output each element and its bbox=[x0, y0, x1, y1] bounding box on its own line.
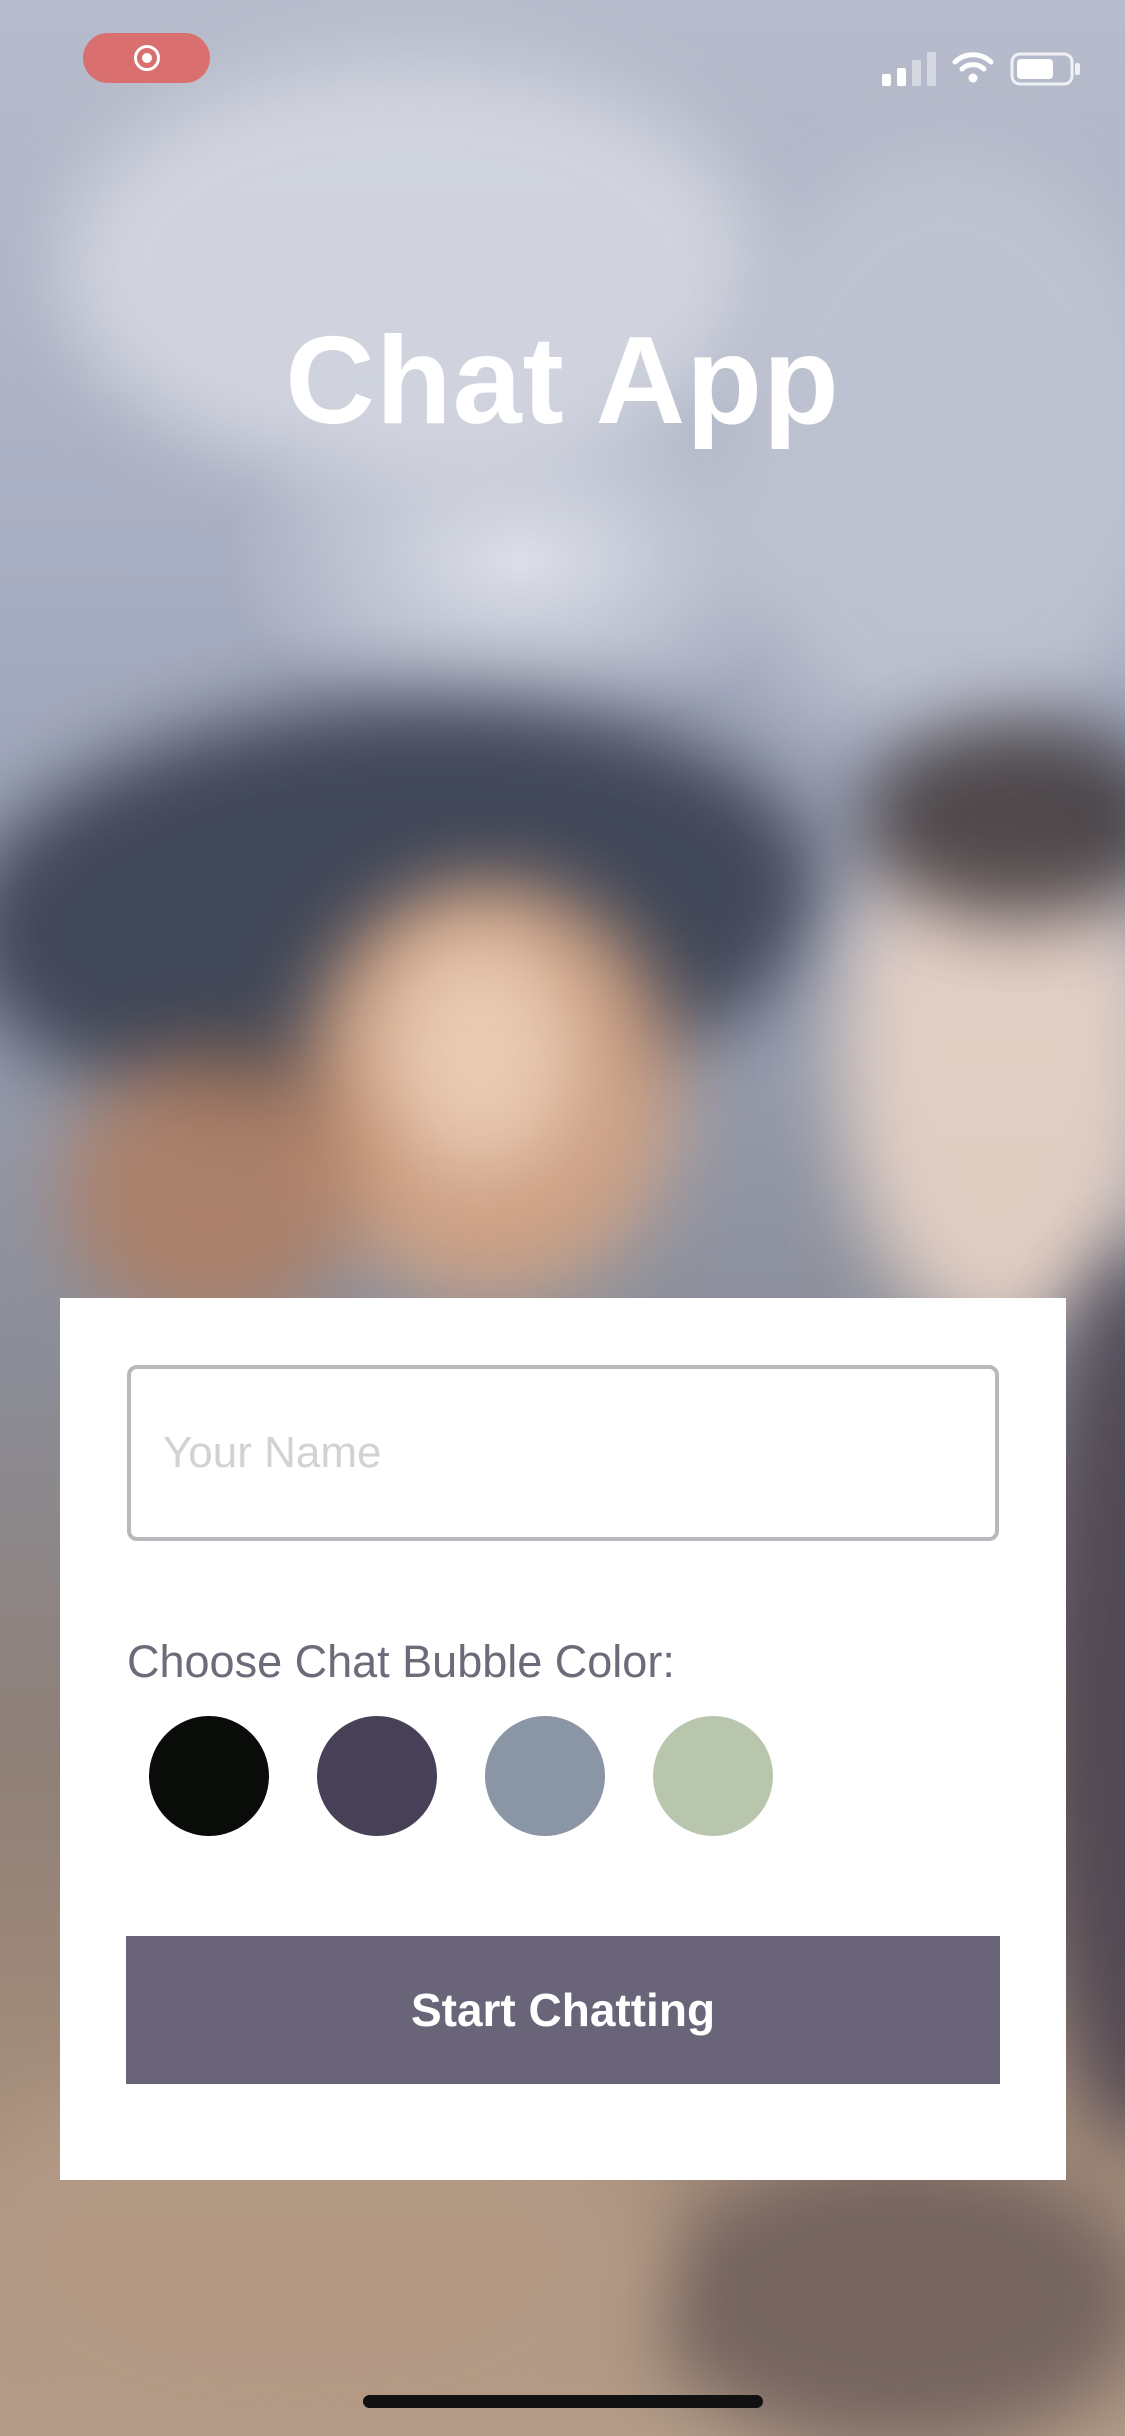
cellular-signal-icon bbox=[882, 48, 936, 86]
start-chatting-button[interactable]: Start Chatting bbox=[126, 1936, 1000, 2084]
wifi-icon bbox=[952, 52, 994, 83]
login-card: Choose Chat Bubble Color: Start Chatting bbox=[60, 1298, 1066, 2180]
color-choice-label: Choose Chat Bubble Color: bbox=[127, 1636, 675, 1687]
color-swatch-slate-gray[interactable] bbox=[485, 1716, 605, 1836]
screen-record-icon bbox=[133, 45, 160, 71]
color-swatch-sage-green[interactable] bbox=[653, 1716, 773, 1836]
battery-icon bbox=[1010, 52, 1080, 86]
color-swatch-group bbox=[149, 1716, 773, 1836]
home-indicator[interactable] bbox=[363, 2395, 763, 2408]
screen-record-indicator[interactable] bbox=[83, 33, 210, 83]
color-swatch-black[interactable] bbox=[149, 1716, 269, 1836]
color-swatch-dark-purple[interactable] bbox=[317, 1716, 437, 1836]
app-title: Chat App bbox=[285, 312, 840, 450]
name-input[interactable] bbox=[127, 1365, 999, 1541]
